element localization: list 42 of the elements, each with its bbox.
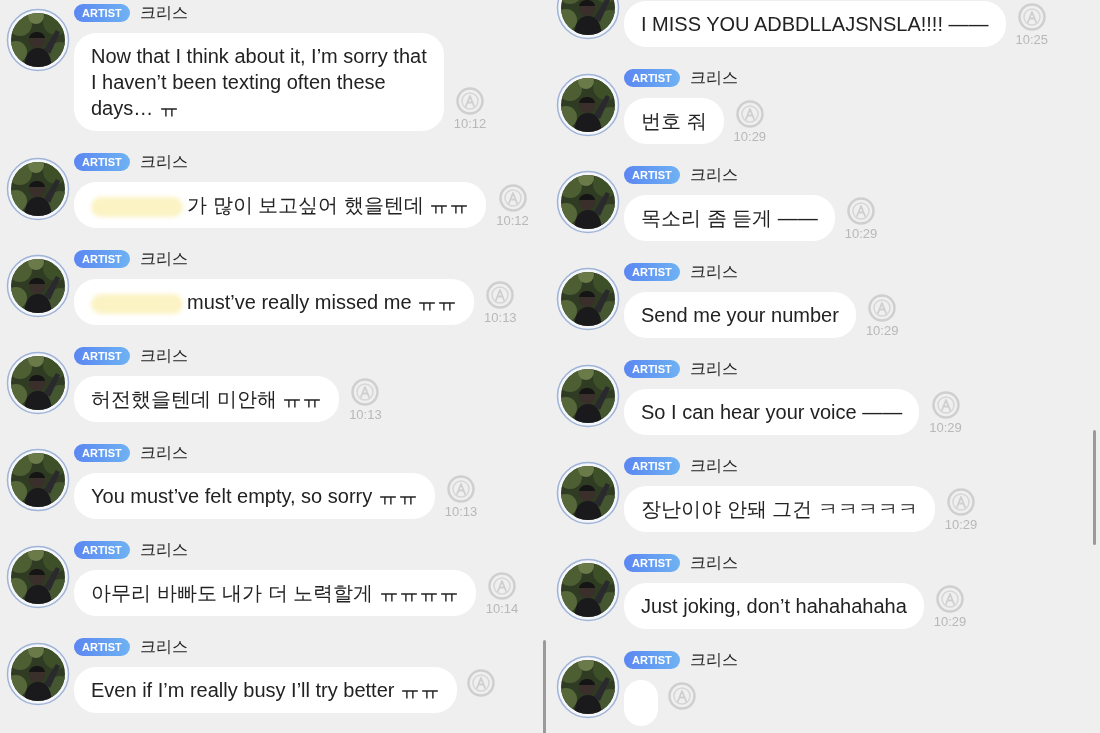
artist-badge: ARTIST (624, 651, 680, 669)
sender-name: 크리스 (139, 445, 188, 461)
artist-badge: ARTIST (624, 457, 680, 475)
message-bubble: You must’ve felt empty, so sorry ㅠㅠ (74, 473, 435, 519)
artist-badge: ARTIST (74, 250, 130, 268)
artist-badge: ARTIST (74, 347, 130, 365)
message-bubble: I MISS YOU ADBDLLAJSNSLA!!!! —— (624, 1, 1006, 47)
sender-name: 크리스 (689, 361, 738, 377)
message-bubble: Even if I’m really busy I’ll try better ㅠㅠ (74, 667, 457, 713)
message-bubble: 목소리 좀 듣게 —— (624, 195, 835, 241)
artist-badge: ARTIST (74, 153, 130, 171)
artist-badge: ARTIST (624, 554, 680, 572)
sender-name: 크리스 (139, 348, 188, 364)
sender-name: 크리스 (689, 555, 738, 571)
sender-name: 크리스 (139, 5, 188, 21)
artist-badge: ARTIST (74, 4, 130, 22)
artist-badge: ARTIST (624, 166, 680, 184)
message-bubble: 장난이야 안돼 그건 ㅋㅋㅋㅋㅋ (624, 486, 935, 532)
message-bubble: Just joking, don’t hahahahaha (624, 583, 924, 629)
artist-badge: ARTIST (74, 541, 130, 559)
sender-name: 크리스 (139, 154, 188, 170)
message-bubble: Send me your number (624, 292, 856, 338)
artist-badge: ARTIST (624, 360, 680, 378)
sender-name: 크리스 (689, 70, 738, 86)
message-bubble: 번호 줘 (624, 98, 724, 144)
sender-name: 크리스 (689, 652, 738, 668)
message-bubble: 아무리 바빠도 내가 더 노력할게 ㅠㅠㅠㅠ (74, 570, 476, 616)
message-bubble: 가 많이 보고싶어 했을텐데 ㅠㅠ (74, 182, 487, 228)
sender-name: 크리스 (689, 264, 738, 280)
artist-badge: ARTIST (624, 69, 680, 87)
message-bubble: Now that I think about it, I’m sorry that I haven’t been texting often these days… ㅠ (74, 33, 444, 131)
sender-name: 크리스 (689, 167, 738, 183)
message-bubble: must’ve really missed me ㅠㅠ (74, 279, 475, 325)
message-bubble: So I can hear your voice —— (624, 389, 920, 435)
sender-name: 크리스 (139, 251, 188, 267)
artist-badge: ARTIST (74, 638, 130, 656)
sender-name: 크리스 (689, 458, 738, 474)
sender-name: 크리스 (139, 639, 188, 655)
sender-name: 크리스 (139, 542, 188, 558)
artist-badge: ARTIST (624, 263, 680, 281)
message-bubble: 허전했을텐데 미안해 ㅠㅠ (74, 376, 340, 422)
artist-badge: ARTIST (74, 444, 130, 462)
